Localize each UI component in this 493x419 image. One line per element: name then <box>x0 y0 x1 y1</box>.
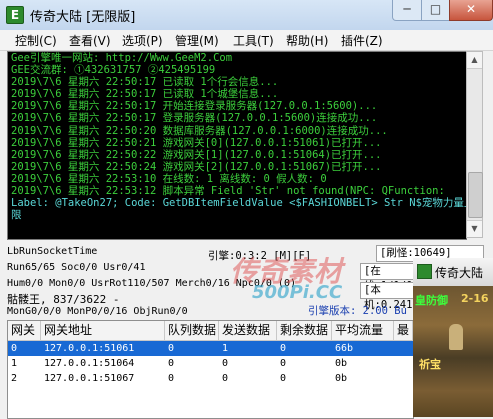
engine-mode: 引擎:0:3:2 [M][F] <box>208 250 312 262</box>
log-line: Label: @TakeOn27; Code: GetDBItemFieldVa… <box>11 197 467 210</box>
cell: 0 <box>222 373 229 384</box>
col-sent[interactable]: 发送数据 <box>219 321 277 340</box>
game-scene[interactable]: 皇防御 2-16 祈宝 <box>413 286 493 417</box>
table-row[interactable]: 0 127.0.0.1:51061 0 1 0 66b <box>8 341 413 356</box>
table-header: 网关 网关地址 队列数据 发送数据 剩余数据 平均流量 最 <box>8 321 413 341</box>
col-remaining[interactable]: 剩余数据 <box>277 321 332 340</box>
maximize-button[interactable]: □ <box>421 0 450 21</box>
log-line: 2019\7\6 星期六 22:53:12 脚本异常 Field 'Str' n… <box>11 185 445 198</box>
table-row[interactable]: 2 127.0.0.1:51067 0 0 0 0b <box>8 371 413 386</box>
cell: 0b <box>335 358 348 369</box>
cell: 0 <box>280 373 287 384</box>
log-line: 2019\7\6 星期六 22:50:17 已读取 1个城堡信息... <box>11 88 279 101</box>
run-stats: Run65/65 Soc0/0 Usr0/41 <box>7 262 146 273</box>
cell: 0 <box>168 358 175 369</box>
log-line: 2019\7\6 星期六 22:50:17 已读取 1个行会信息... <box>11 76 279 89</box>
menu-bar: 控制(C) 查看(V) 选项(P) 管理(M) 工具(T) 帮助(H) 插件(Z… <box>0 30 493 51</box>
menu-help[interactable]: 帮助(H) <box>286 32 328 49</box>
menu-tools[interactable]: 工具(T) <box>233 32 274 49</box>
game-window[interactable]: 传奇大陆 皇防御 2-16 祈宝 <box>413 258 493 417</box>
cell <box>394 356 413 371</box>
scroll-down-icon[interactable]: ▼ <box>467 220 482 237</box>
game-label-defense: 皇防御 <box>415 294 448 307</box>
run-socket-label: LbRunSocketTime <box>7 246 98 257</box>
cell: 1 <box>222 343 229 354</box>
cell: 0b <box>335 373 348 384</box>
game-label-bottom: 祈宝 <box>419 358 441 371</box>
engine-version: 引擎版本: 2.00 Bu <box>308 305 407 317</box>
game-character <box>449 324 463 350</box>
cell: 127.0.0.1:51061 <box>44 343 135 354</box>
menu-plugins[interactable]: 插件(Z) <box>341 32 383 49</box>
title-bar: E 传奇大陆 [无限版] ─ □ ✕ <box>0 0 493 31</box>
online-counter: [在线:1/1/0 <box>360 263 414 292</box>
log-line: GEE交流群: ①432631757 ②425495199 <box>11 64 216 77</box>
close-button[interactable]: ✕ <box>449 0 493 21</box>
cell: 127.0.0.1:51064 <box>44 358 135 369</box>
game-window-title-bar[interactable]: 传奇大陆 <box>413 258 493 287</box>
col-max[interactable]: 最 <box>394 321 413 340</box>
col-address[interactable]: 网关地址 <box>41 321 165 340</box>
cell: 0 <box>11 343 18 354</box>
boss-stats: 骷髅王, 837/3622 - <box>7 293 120 306</box>
hum-stats: Hum0/0 Mon0/0 UsrRot110/507 Merch0/16 Np… <box>7 278 296 289</box>
cell: 2 <box>11 373 18 384</box>
log-line: 限 <box>11 209 22 222</box>
cell: 0 <box>280 343 287 354</box>
log-line: 2019\7\6 星期六 22:50:20 数据库服务器(127.0.0.1:6… <box>11 124 388 137</box>
game-label-level: 2-16 <box>461 292 489 305</box>
minimize-button[interactable]: ─ <box>392 0 422 21</box>
log-scrollbar[interactable]: ▲ ▼ <box>466 51 483 238</box>
log-line: Gee引擎唯一网站: http://Www.GeeM2.Com <box>11 52 233 64</box>
log-line: 2019\7\6 星期六 22:50:17 登录服务器(127.0.0.1:56… <box>11 112 378 125</box>
game-app-icon <box>417 264 432 279</box>
log-line: 2019\7\6 星期六 22:50:21 游戏网关[0](127.0.0.1:… <box>11 136 382 149</box>
menu-view[interactable]: 查看(V) <box>69 32 111 49</box>
game-window-title: 传奇大陆 <box>435 266 484 280</box>
scroll-thumb[interactable] <box>468 172 483 218</box>
col-queue[interactable]: 队列数据 <box>165 321 219 340</box>
menu-control[interactable]: 控制(C) <box>15 32 57 49</box>
log-line: 2019\7\6 星期六 22:53:10 在线数: 1 离线数: 0 假人数:… <box>11 172 327 185</box>
log-line: 2019\7\6 星期六 22:50:24 游戏网关[2](127.0.0.1:… <box>11 160 382 173</box>
table-row[interactable]: 1 127.0.0.1:51064 0 0 0 0b <box>8 356 413 371</box>
col-gateway[interactable]: 网关 <box>8 321 41 340</box>
log-line: 2019\7\6 星期六 22:50:17 开始连接登录服务器(127.0.0.… <box>11 100 378 113</box>
col-avg-traffic[interactable]: 平均流量 <box>332 321 394 340</box>
menu-manage[interactable]: 管理(M) <box>175 32 219 49</box>
scroll-up-icon[interactable]: ▲ <box>467 52 482 69</box>
cell: 0 <box>280 358 287 369</box>
cell: 66b <box>335 343 354 354</box>
cell: 0 <box>222 358 229 369</box>
cell: 0 <box>168 373 175 384</box>
cell: 1 <box>11 358 18 369</box>
app-icon: E <box>6 6 24 24</box>
gateway-table[interactable]: 网关 网关地址 队列数据 发送数据 剩余数据 平均流量 最 0 127.0.0.… <box>7 320 414 419</box>
log-line: 2019\7\6 星期六 22:50:22 游戏网关[1](127.0.0.1:… <box>11 148 382 161</box>
mon-stats: MonG0/0/0 MonP0/0/16 ObjRun0/0 <box>7 306 188 317</box>
window-title: 传奇大陆 [无限版] <box>30 10 136 25</box>
cell: 0 <box>168 343 175 354</box>
local-counter: [本机:0.241 <box>360 282 414 311</box>
menu-options[interactable]: 选项(P) <box>122 32 163 49</box>
log-console[interactable]: Gee引擎唯一网站: http://Www.GeeM2.Com GEE交流群: … <box>7 51 467 240</box>
cell <box>394 341 413 356</box>
cell: 127.0.0.1:51067 <box>44 373 135 384</box>
cell <box>394 371 413 386</box>
